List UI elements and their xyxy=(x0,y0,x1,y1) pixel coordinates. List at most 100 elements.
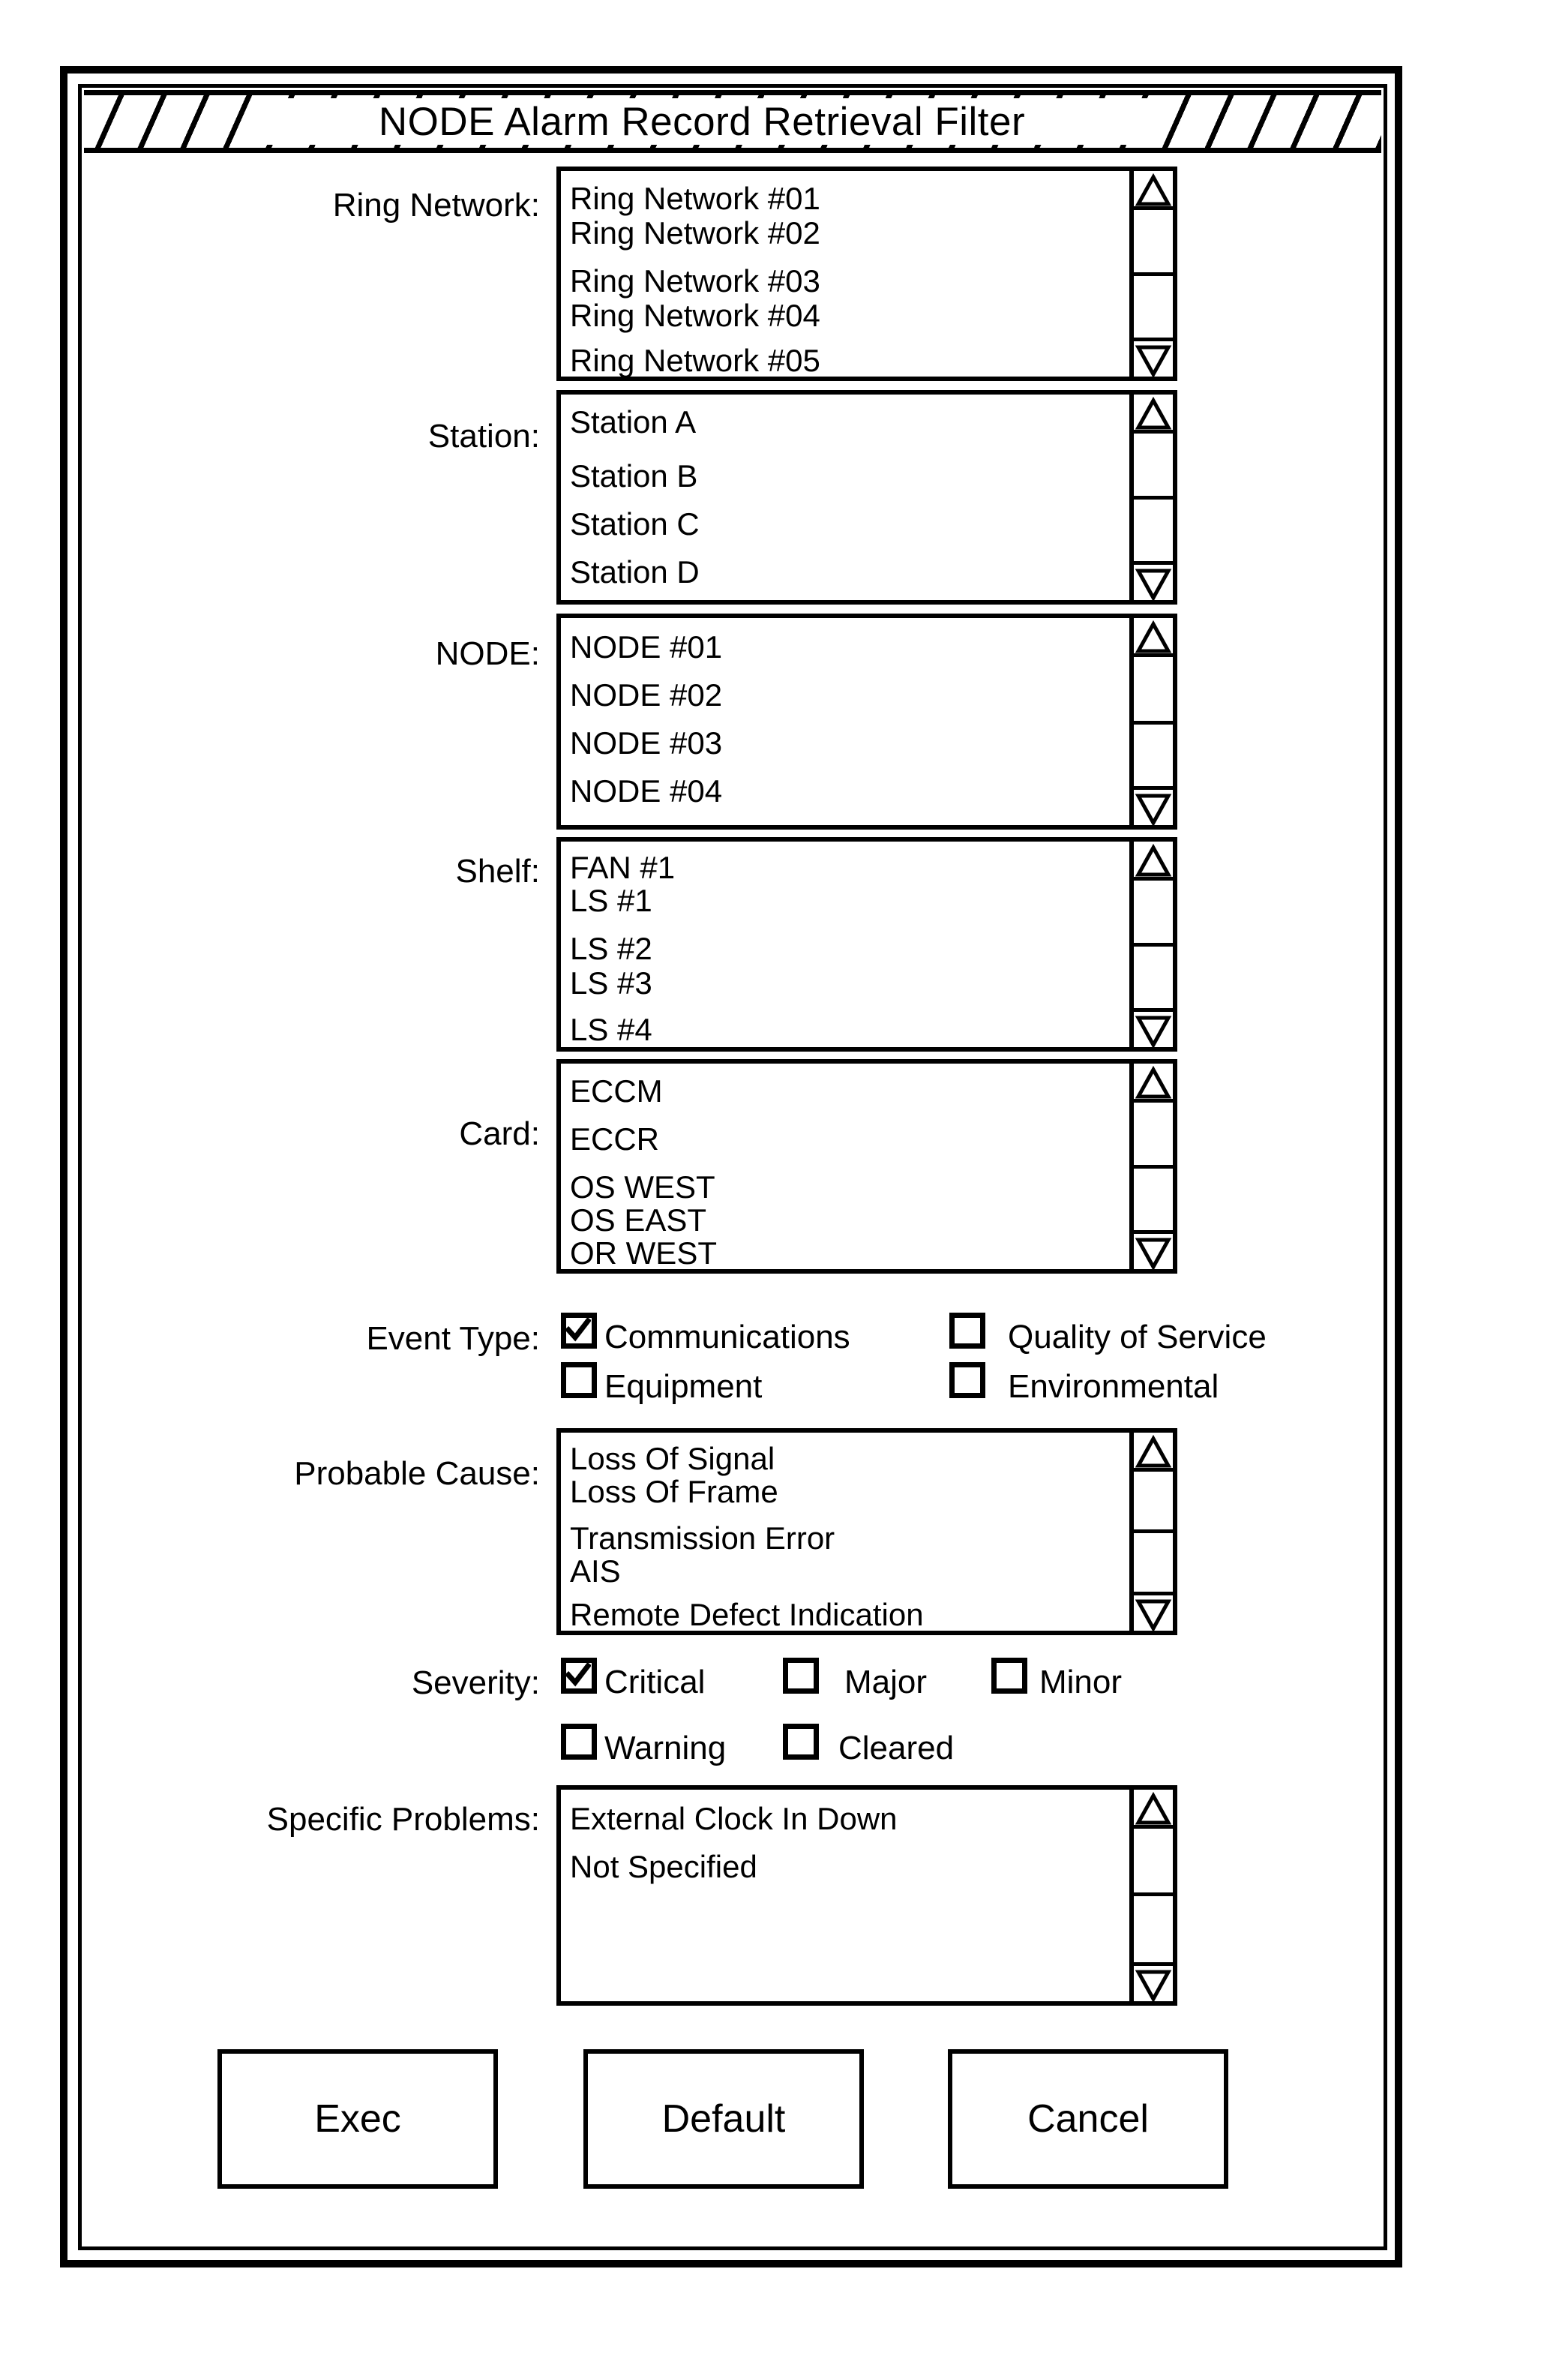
scrollbar-node[interactable] xyxy=(1129,618,1173,827)
scrollbar-station[interactable] xyxy=(1129,395,1173,602)
checkbox-environmental[interactable] xyxy=(949,1362,985,1398)
checkbox-warning[interactable] xyxy=(561,1724,597,1760)
listbox-items-station[interactable]: Station A Station B Station C Station D xyxy=(561,395,1129,600)
scroll-track-segment[interactable] xyxy=(1134,1472,1173,1533)
listbox-specific-problems[interactable]: External Clock In Down Not Specified xyxy=(556,1785,1177,2006)
list-item[interactable]: Ring Network #01 xyxy=(570,183,820,215)
list-item[interactable]: Station C xyxy=(570,509,700,540)
scroll-track-segment[interactable] xyxy=(1134,881,1173,947)
list-item[interactable]: NODE #02 xyxy=(570,680,722,711)
label-cleared[interactable]: Cleared xyxy=(838,1732,954,1765)
list-item[interactable]: FAN #1 xyxy=(570,852,675,884)
exec-button[interactable]: Exec xyxy=(217,2049,498,2189)
scroll-track-segment[interactable] xyxy=(1134,500,1173,570)
scroll-track[interactable] xyxy=(1134,434,1173,561)
scroll-track-segment[interactable] xyxy=(1134,210,1173,276)
scroll-track[interactable] xyxy=(1134,210,1173,338)
list-item[interactable]: External Clock In Down xyxy=(570,1803,898,1835)
scroll-down-arrow-icon[interactable] xyxy=(1134,1962,1173,2003)
list-item[interactable]: Ring Network #02 xyxy=(570,218,820,249)
scroll-up-arrow-icon[interactable] xyxy=(1134,171,1173,210)
list-item[interactable]: NODE #04 xyxy=(570,776,722,807)
label-warning[interactable]: Warning xyxy=(604,1732,726,1765)
listbox-items-probable-cause[interactable]: Loss Of Signal Loss Of Frame Transmissio… xyxy=(561,1433,1129,1631)
label-major[interactable]: Major xyxy=(844,1666,927,1699)
scroll-track[interactable] xyxy=(1134,657,1173,786)
scroll-track-segment[interactable] xyxy=(1134,1169,1173,1239)
list-item[interactable]: Loss Of Frame xyxy=(570,1476,778,1508)
checkbox-critical[interactable] xyxy=(561,1658,597,1694)
scroll-down-arrow-icon[interactable] xyxy=(1134,1592,1173,1633)
checkbox-major[interactable] xyxy=(783,1658,819,1694)
list-item[interactable]: NODE #01 xyxy=(570,632,722,663)
listbox-card[interactable]: ECCM ECCR OS WEST OS EAST OR WEST xyxy=(556,1059,1177,1274)
scroll-down-arrow-icon[interactable] xyxy=(1134,786,1173,827)
list-item[interactable]: OS WEST xyxy=(570,1172,715,1203)
scroll-up-arrow-icon[interactable] xyxy=(1134,842,1173,881)
label-critical[interactable]: Critical xyxy=(604,1666,705,1699)
scroll-down-arrow-icon[interactable] xyxy=(1134,1008,1173,1049)
listbox-items-shelf[interactable]: FAN #1 LS #1 LS #2 LS #3 LS #4 xyxy=(561,842,1129,1047)
list-item[interactable]: LS #3 xyxy=(570,968,652,999)
label-equipment[interactable]: Equipment xyxy=(604,1370,762,1403)
list-item[interactable]: Ring Network #04 xyxy=(570,300,820,332)
checkbox-equipment[interactable] xyxy=(561,1362,597,1398)
list-item[interactable]: Transmission Error xyxy=(570,1523,835,1554)
scroll-up-arrow-icon[interactable] xyxy=(1134,1433,1173,1472)
scroll-down-arrow-icon[interactable] xyxy=(1134,1230,1173,1271)
scroll-track-segment[interactable] xyxy=(1134,276,1173,347)
list-item[interactable]: NODE #03 xyxy=(570,728,722,759)
list-item[interactable]: Station B xyxy=(570,461,697,492)
cancel-button[interactable]: Cancel xyxy=(948,2049,1228,2189)
list-item[interactable]: ECCR xyxy=(570,1124,659,1155)
default-button[interactable]: Default xyxy=(583,2049,864,2189)
listbox-items-specific-problems[interactable]: External Clock In Down Not Specified xyxy=(561,1790,1129,2001)
list-item[interactable]: OS EAST xyxy=(570,1205,706,1236)
checkbox-quality-of-service[interactable] xyxy=(949,1313,985,1349)
checkbox-communications[interactable] xyxy=(561,1313,597,1349)
list-item[interactable]: LS #2 xyxy=(570,933,652,965)
scroll-track-segment[interactable] xyxy=(1134,434,1173,500)
list-item[interactable]: AIS xyxy=(570,1556,621,1587)
scroll-up-arrow-icon[interactable] xyxy=(1134,1064,1173,1103)
scroll-up-arrow-icon[interactable] xyxy=(1134,618,1173,657)
scroll-track-segment[interactable] xyxy=(1134,1103,1173,1169)
scroll-track-segment[interactable] xyxy=(1134,1829,1173,1896)
label-environmental[interactable]: Environmental xyxy=(1008,1370,1219,1403)
list-item[interactable]: ECCM xyxy=(570,1076,663,1107)
list-item[interactable]: Remote Defect Indication xyxy=(570,1599,924,1631)
listbox-ring-network[interactable]: Ring Network #01 Ring Network #02 Ring N… xyxy=(556,167,1177,381)
scroll-track[interactable] xyxy=(1134,881,1173,1008)
scroll-track-segment[interactable] xyxy=(1134,1896,1173,1970)
label-quality-of-service[interactable]: Quality of Service xyxy=(1008,1321,1267,1354)
checkbox-minor[interactable] xyxy=(991,1658,1027,1694)
list-item[interactable]: Not Specified xyxy=(570,1851,757,1883)
scroll-up-arrow-icon[interactable] xyxy=(1134,395,1173,434)
scroll-track[interactable] xyxy=(1134,1103,1173,1230)
listbox-probable-cause[interactable]: Loss Of Signal Loss Of Frame Transmissio… xyxy=(556,1428,1177,1635)
listbox-shelf[interactable]: FAN #1 LS #1 LS #2 LS #3 LS #4 xyxy=(556,837,1177,1052)
scrollbar-specific-problems[interactable] xyxy=(1129,1790,1173,2003)
label-minor[interactable]: Minor xyxy=(1039,1666,1122,1699)
scroll-track-segment[interactable] xyxy=(1134,725,1173,795)
list-item[interactable]: Station A xyxy=(570,407,696,438)
list-item[interactable]: Loss Of Signal xyxy=(570,1443,775,1475)
listbox-items-card[interactable]: ECCM ECCR OS WEST OS EAST OR WEST xyxy=(561,1064,1129,1269)
scroll-up-arrow-icon[interactable] xyxy=(1134,1790,1173,1829)
scrollbar-probable-cause[interactable] xyxy=(1129,1433,1173,1633)
listbox-station[interactable]: Station A Station B Station C Station D xyxy=(556,390,1177,605)
list-item[interactable]: LS #1 xyxy=(570,885,652,917)
list-item[interactable]: Station D xyxy=(570,557,700,588)
checkbox-cleared[interactable] xyxy=(783,1724,819,1760)
scrollbar-card[interactable] xyxy=(1129,1064,1173,1271)
scrollbar-shelf[interactable] xyxy=(1129,842,1173,1049)
listbox-node[interactable]: NODE #01 NODE #02 NODE #03 NODE #04 xyxy=(556,614,1177,830)
label-communications[interactable]: Communications xyxy=(604,1321,850,1354)
scroll-track[interactable] xyxy=(1134,1472,1173,1592)
scroll-track-segment[interactable] xyxy=(1134,1533,1173,1601)
listbox-items-ring-network[interactable]: Ring Network #01 Ring Network #02 Ring N… xyxy=(561,171,1129,377)
list-item[interactable]: LS #4 xyxy=(570,1014,652,1046)
scroll-track-segment[interactable] xyxy=(1134,947,1173,1017)
list-item[interactable]: Ring Network #05 xyxy=(570,345,820,377)
list-item[interactable]: Ring Network #03 xyxy=(570,266,820,297)
